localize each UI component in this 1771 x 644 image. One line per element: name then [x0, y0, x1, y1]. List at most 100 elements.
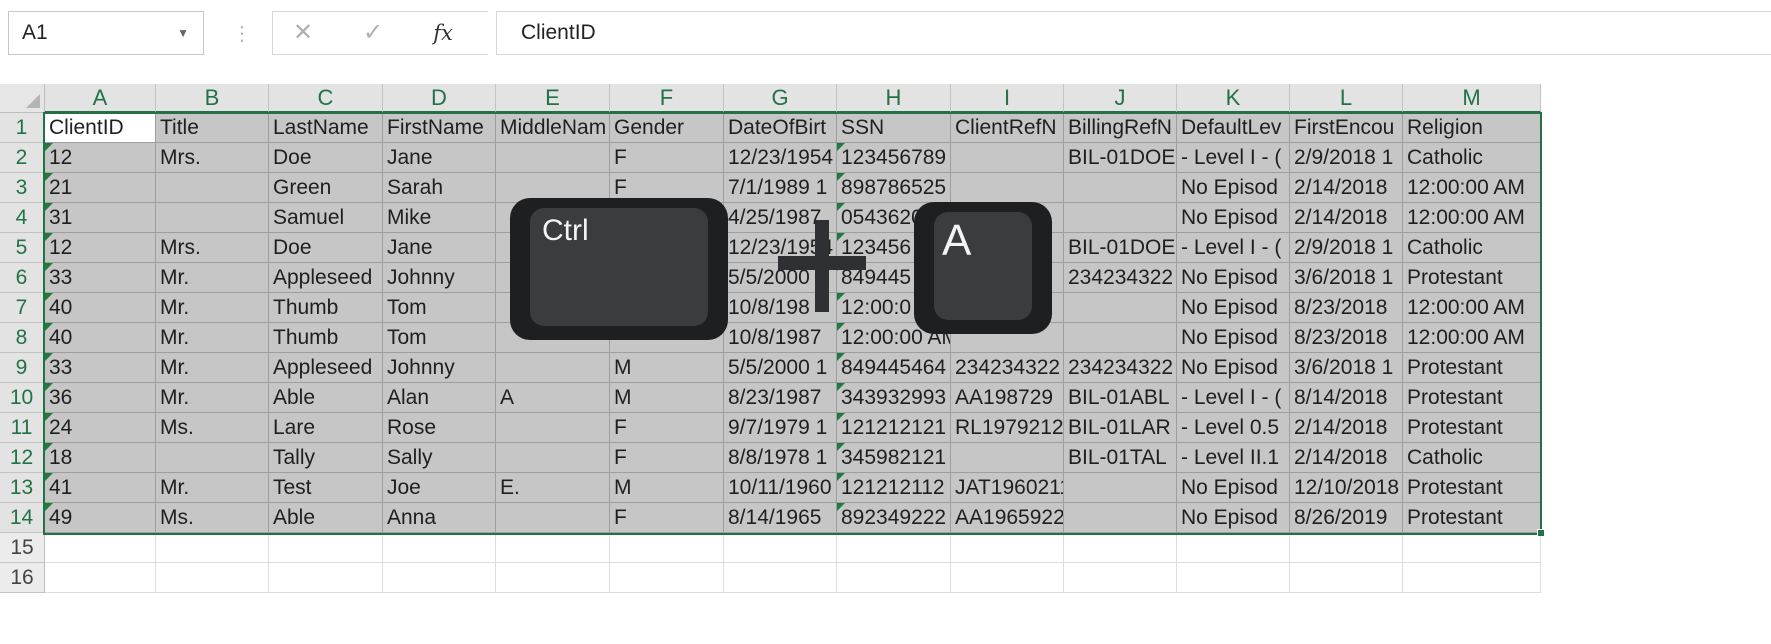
- table-cell[interactable]: Jane: [383, 143, 496, 173]
- column-header[interactable]: J: [1064, 84, 1177, 113]
- empty-cell[interactable]: [496, 563, 610, 593]
- table-cell[interactable]: [156, 443, 269, 473]
- table-cell[interactable]: 3/6/2018 1: [1290, 353, 1403, 383]
- table-cell[interactable]: [1064, 293, 1177, 323]
- row-header[interactable]: 2: [0, 143, 45, 173]
- table-cell[interactable]: BIL-01LAR: [1064, 413, 1177, 443]
- empty-cell[interactable]: [383, 563, 496, 593]
- table-cell[interactable]: 3/6/2018 1: [1290, 263, 1403, 293]
- fill-handle[interactable]: [1537, 529, 1545, 537]
- table-cell[interactable]: 41: [45, 473, 156, 503]
- column-header[interactable]: L: [1290, 84, 1403, 113]
- table-cell[interactable]: SSN: [837, 113, 951, 143]
- table-cell[interactable]: BIL-01ABL: [1064, 383, 1177, 413]
- empty-cell[interactable]: [837, 563, 951, 593]
- column-header[interactable]: F: [610, 84, 724, 113]
- table-cell[interactable]: DateOfBirt: [724, 113, 837, 143]
- column-header[interactable]: K: [1177, 84, 1290, 113]
- table-cell[interactable]: 121212121: [837, 413, 951, 443]
- table-cell[interactable]: FirstEncou: [1290, 113, 1403, 143]
- empty-cell[interactable]: [1177, 533, 1290, 563]
- row-header[interactable]: 6: [0, 263, 45, 293]
- table-cell[interactable]: 12:00:00 AM: [1403, 173, 1541, 203]
- table-cell[interactable]: 8/23/2018: [1290, 323, 1403, 353]
- table-cell[interactable]: Catholic: [1403, 143, 1541, 173]
- row-header[interactable]: 12: [0, 443, 45, 473]
- empty-cell[interactable]: [610, 563, 724, 593]
- table-cell[interactable]: Test: [269, 473, 383, 503]
- table-cell[interactable]: [951, 143, 1064, 173]
- column-header[interactable]: I: [951, 84, 1064, 113]
- table-cell[interactable]: E.: [496, 473, 610, 503]
- table-cell[interactable]: 234234322: [1064, 353, 1177, 383]
- table-cell[interactable]: No Episod: [1177, 323, 1290, 353]
- empty-cell[interactable]: [837, 533, 951, 563]
- table-cell[interactable]: 2/14/2018: [1290, 413, 1403, 443]
- table-cell[interactable]: 12:00:00 AM: [1403, 293, 1541, 323]
- table-cell[interactable]: 8/26/2019: [1290, 503, 1403, 533]
- table-cell[interactable]: Mr.: [156, 263, 269, 293]
- table-cell[interactable]: F: [610, 413, 724, 443]
- empty-cell[interactable]: [1403, 533, 1541, 563]
- empty-cell[interactable]: [951, 533, 1064, 563]
- row-header[interactable]: 14: [0, 503, 45, 533]
- column-header[interactable]: G: [724, 84, 837, 113]
- row-header[interactable]: 10: [0, 383, 45, 413]
- table-cell[interactable]: 9/7/1979 1: [724, 413, 837, 443]
- table-cell[interactable]: Able: [269, 503, 383, 533]
- table-cell[interactable]: Mr.: [156, 383, 269, 413]
- table-cell[interactable]: Protestant: [1403, 473, 1541, 503]
- table-cell[interactable]: [951, 173, 1064, 203]
- table-cell[interactable]: Tom: [383, 293, 496, 323]
- table-cell[interactable]: Protestant: [1403, 353, 1541, 383]
- table-cell[interactable]: Alan: [383, 383, 496, 413]
- table-cell[interactable]: Appleseed: [269, 263, 383, 293]
- table-cell[interactable]: [951, 443, 1064, 473]
- table-cell[interactable]: F: [610, 503, 724, 533]
- table-cell[interactable]: 234234322: [951, 353, 1064, 383]
- table-cell[interactable]: Mr.: [156, 293, 269, 323]
- table-cell[interactable]: 8/23/2018: [1290, 293, 1403, 323]
- table-cell[interactable]: Tom: [383, 323, 496, 353]
- table-cell[interactable]: [496, 503, 610, 533]
- table-cell[interactable]: M: [610, 353, 724, 383]
- column-header[interactable]: H: [837, 84, 951, 113]
- table-cell[interactable]: Rose: [383, 413, 496, 443]
- table-cell[interactable]: BIL-01TAL: [1064, 443, 1177, 473]
- table-cell[interactable]: Doe: [269, 233, 383, 263]
- table-cell[interactable]: 2/14/2018: [1290, 173, 1403, 203]
- empty-cell[interactable]: [724, 563, 837, 593]
- table-cell[interactable]: 123456789: [837, 143, 951, 173]
- table-cell[interactable]: MiddleNam: [496, 113, 610, 143]
- table-cell[interactable]: - Level I - (: [1177, 383, 1290, 413]
- table-cell[interactable]: 12:00:00 AM: [1403, 203, 1541, 233]
- table-cell[interactable]: Joe: [383, 473, 496, 503]
- table-cell[interactable]: Mr.: [156, 353, 269, 383]
- row-header[interactable]: 3: [0, 173, 45, 203]
- table-cell[interactable]: Thumb: [269, 323, 383, 353]
- column-header[interactable]: B: [156, 84, 269, 113]
- table-cell[interactable]: - Level I - (: [1177, 233, 1290, 263]
- table-cell[interactable]: Doe: [269, 143, 383, 173]
- empty-cell[interactable]: [45, 563, 156, 593]
- table-cell[interactable]: Mr.: [156, 323, 269, 353]
- table-cell[interactable]: Tally: [269, 443, 383, 473]
- row-header[interactable]: 7: [0, 293, 45, 323]
- table-cell[interactable]: 8/14/1965: [724, 503, 837, 533]
- table-cell[interactable]: Samuel: [269, 203, 383, 233]
- table-cell[interactable]: F: [610, 443, 724, 473]
- table-cell[interactable]: [156, 203, 269, 233]
- table-cell[interactable]: 33: [45, 353, 156, 383]
- column-header[interactable]: E: [496, 84, 610, 113]
- table-cell[interactable]: 10/11/1960: [724, 473, 837, 503]
- empty-cell[interactable]: [269, 563, 383, 593]
- table-cell[interactable]: No Episod: [1177, 173, 1290, 203]
- row-header[interactable]: 4: [0, 203, 45, 233]
- table-cell[interactable]: 8/23/1987: [724, 383, 837, 413]
- table-cell[interactable]: [1064, 503, 1177, 533]
- table-cell[interactable]: 36: [45, 383, 156, 413]
- table-cell[interactable]: 121212112: [837, 473, 951, 503]
- table-cell[interactable]: - Level I - (: [1177, 143, 1290, 173]
- select-all-button[interactable]: [0, 84, 45, 113]
- table-cell[interactable]: AA198729: [951, 383, 1064, 413]
